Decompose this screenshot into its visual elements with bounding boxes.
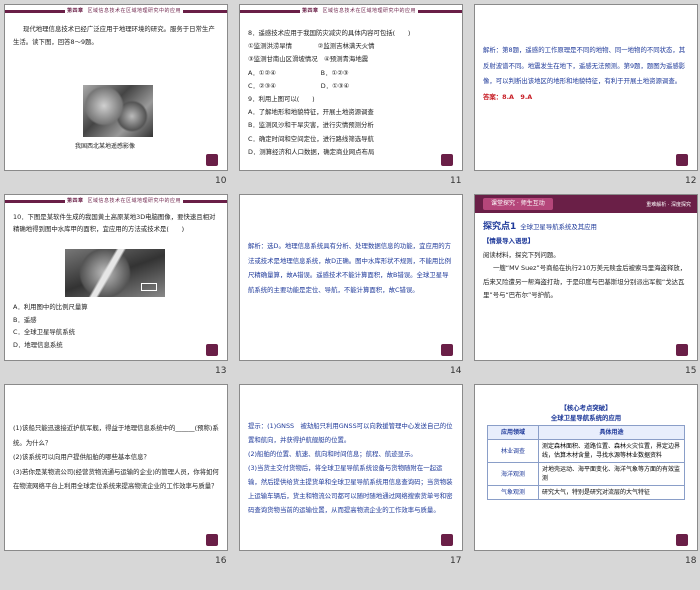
book-icon: [441, 154, 453, 166]
slide-text: 8．遥感技术应用于我国防灾减灾的具体内容可包括( ) ①监测洪涝旱情 ②监测吉林…: [248, 29, 411, 156]
table-row: 气象观测 研究大气，特别是研究对流层的大气特征: [487, 485, 685, 500]
page-number: 18: [685, 556, 697, 566]
book-icon: [206, 154, 218, 166]
slide-thumbnail-17[interactable]: 提示：(1)GNSS 被劫船只利用GNSS可以向救援管理中心发送自己的位置和航向…: [239, 384, 463, 551]
section-banner: 课堂探究 · 师生互动 重难解析 · 深度探究: [475, 195, 697, 213]
section-pill: 课堂探究 · 师生互动: [483, 198, 553, 210]
slide-thumbnail-16[interactable]: (1)该船只能迅速接近护航军舰，得益于地理信息系统中的______(预称)系统。…: [4, 384, 228, 551]
slide-text: 10．下图是某软件生成的我国黄土高原某地3D电脑图像，要快速且相对精确地得到图中…: [13, 213, 216, 233]
slide-thumbnail-14[interactable]: 解析：选D。地理信息系统具有分析、处理数据信息的功能，宜应用的方法或技术是地理信…: [239, 194, 463, 361]
table-title: 全球卫星导航系统的应用: [550, 414, 622, 422]
book-icon: [206, 344, 218, 356]
slide-thumbnail-13[interactable]: 第四章 区域信息技术在区域地理研究中的应用 10．下图是某软件生成的我国黄土高原某…: [4, 194, 228, 361]
book-icon: [206, 534, 218, 546]
slide-header: 第四章 区域信息技术在区域地理研究中的应用: [5, 5, 227, 18]
remote-sensing-image: [83, 85, 153, 137]
table-header: 应用领域: [487, 425, 539, 440]
table-row: 林业调查 测定森林面积、道路位置、森林火灾位置，界定边界线，估算木材含量，寻找水…: [487, 439, 685, 463]
table-header: 具体用途: [538, 425, 685, 440]
slide-thumbnail-15[interactable]: 课堂探究 · 师生互动 重难解析 · 深度探究 探究点1 全球卫星导航系统及其应用…: [474, 194, 698, 361]
slide-thumbnail-11[interactable]: 第四章 区域信息技术在区域地理研究中的应用 8．遥感技术应用于我国防灾减灾的具体内…: [239, 4, 463, 171]
book-icon: [441, 344, 453, 356]
table-section-heading: 【核心考点突破】: [560, 404, 612, 412]
slide-text: 解析：选D。地理信息系统具有分析、处理数据信息的功能，宜应用的方法或技术是地理信…: [248, 242, 452, 294]
table-row: 海洋观测 对地壳运动、海平面变化、海洋气象等方面的有效监测: [487, 462, 685, 486]
section-right-label: 重难解析 · 深度探究: [646, 202, 691, 208]
slide-options: A．利用图中的比例尺量算 B．遥感 C．全球卫星导航系统 D．地理信息系统: [13, 303, 88, 349]
image-caption: 我国西北某地遥感影像: [75, 143, 136, 150]
slide-text: 现代地理信息技术已经广泛应用于地理环境的研究。服务于日常生产生活。读下图，回答8…: [13, 25, 215, 46]
slide-sorter-grid: 第四章 区域信息技术在区域地理研究中的应用 现代地理信息技术已经广泛应用于地理环境…: [0, 0, 700, 575]
page-number: 16: [215, 556, 227, 566]
slide-header: 第四章 区域信息技术在区域地理研究中的应用: [5, 195, 227, 208]
book-icon: [676, 534, 688, 546]
explore-heading: 探究点1 全球卫星导航系统及其应用: [483, 222, 597, 232]
3d-terrain-image: [65, 249, 165, 297]
applications-table: 应用领域 具体用途 林业调查 测定森林面积、道路位置、森林火灾位置，界定边界线，…: [487, 425, 685, 500]
page-number: 17: [450, 556, 462, 566]
book-icon: [676, 154, 688, 166]
slide-header: 第四章 区域信息技术在区域地理研究中的应用: [240, 5, 462, 18]
slide-text: 【情景导入语思】 阅读材料，探究下列问题。 一艘“MV Suez”号商船在执行2…: [483, 237, 687, 299]
slide-thumbnail-10[interactable]: 第四章 区域信息技术在区域地理研究中的应用 现代地理信息技术已经广泛应用于地理环境…: [4, 4, 228, 171]
slide-thumbnail-18[interactable]: 【核心考点突破】 全球卫星导航系统的应用 应用领域 具体用途 林业调查 测定森林…: [474, 384, 698, 551]
book-icon: [441, 534, 453, 546]
slide-thumbnail-12[interactable]: 解析：第8题，遥感的工作原理是不同的地物、同一地物的不同状态，其反射波谱不同。地…: [474, 4, 698, 171]
slide-text: 解析：第8题，遥感的工作原理是不同的地物、同一地物的不同状态，其反射波谱不同。地…: [483, 46, 686, 101]
book-icon: [676, 344, 688, 356]
application-table-block: 【核心考点突破】 全球卫星导航系统的应用 应用领域 具体用途 林业调查 测定森林…: [487, 403, 685, 500]
slide-text: (1)该船只能迅速接近护航军舰，得益于地理信息系统中的______(预称)系统。…: [13, 424, 219, 490]
slide-text: 提示：(1)GNSS 被劫船只利用GNSS可以向救援管理中心发送自己的位置和航向…: [248, 422, 453, 514]
